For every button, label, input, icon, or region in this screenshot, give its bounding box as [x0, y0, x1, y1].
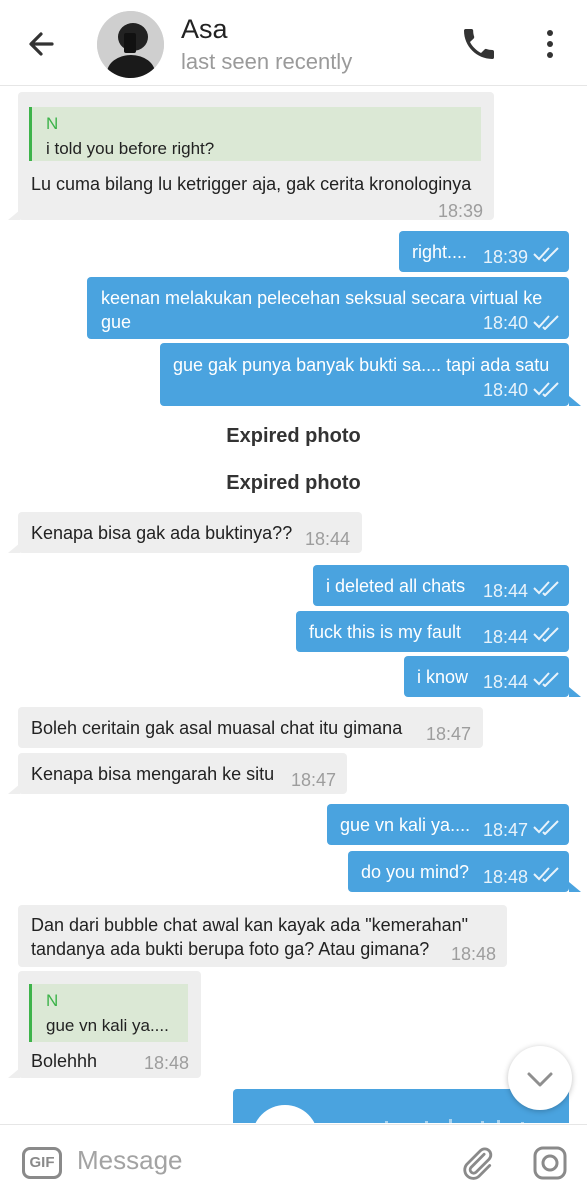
message-text-line1: Dan dari bubble chat awal kan kayak ada … [31, 915, 469, 935]
contact-status: last seen recently [181, 49, 353, 74]
chat-header: Asa last seen recently [0, 0, 587, 86]
message-time: 18:44 [483, 627, 529, 647]
gif-button[interactable]: GIF [22, 1147, 62, 1179]
message-composer: GIF Message [0, 1124, 587, 1200]
avatar[interactable] [97, 11, 164, 78]
double-check-icon [533, 820, 559, 835]
back-arrow-icon[interactable] [22, 24, 62, 64]
expired-photo-label: Expired photo [226, 472, 361, 494]
chevron-down-icon [527, 1072, 553, 1087]
paperclip-icon[interactable] [458, 1144, 496, 1182]
expired-photo-label: Expired photo [226, 425, 361, 447]
reply-quote[interactable]: N gue vn kali ya.... [29, 984, 188, 1042]
message-text: Lu cuma bilang lu ketrigger aja, gak cer… [31, 174, 472, 194]
message-time: 18:40 [483, 313, 529, 333]
message-time: 18:47 [291, 770, 337, 790]
incoming-message[interactable]: Kenapa bisa mengarah ke situ 18:47 [18, 753, 347, 794]
double-check-icon [533, 672, 559, 687]
message-time: 18:44 [305, 529, 351, 549]
bubble-tail [8, 210, 20, 220]
message-text: i know [417, 667, 469, 687]
play-button[interactable] [252, 1105, 318, 1123]
double-check-icon [533, 627, 559, 642]
reply-quote[interactable]: N i told you before right? [29, 107, 481, 161]
message-text: Kenapa bisa mengarah ke situ [31, 764, 275, 784]
message-time: 18:48 [483, 867, 529, 887]
message-text: gue vn kali ya.... [340, 815, 471, 835]
incoming-message[interactable]: N i told you before right? Lu cuma bilan… [18, 92, 494, 221]
outgoing-message[interactable]: fuck this is my fault 18:44 [296, 611, 569, 652]
double-check-icon [533, 867, 559, 882]
double-check-icon [533, 581, 559, 596]
double-check-icon [533, 315, 559, 330]
message-text: Kenapa bisa gak ada buktinya?? [31, 523, 293, 543]
double-check-icon [533, 247, 559, 262]
incoming-message[interactable]: Boleh ceritain gak asal muasal chat itu … [18, 707, 483, 748]
outgoing-message[interactable]: do you mind? 18:48 [348, 851, 569, 892]
message-input[interactable]: Message [77, 1145, 183, 1176]
message-time: 18:44 [483, 581, 529, 601]
outgoing-message[interactable]: gue gak punya banyak bukti sa.... tapi a… [160, 343, 569, 406]
contact-name[interactable]: Asa [181, 14, 228, 45]
message-text-line2: tandanya ada bukti berupa foto ga? Atau … [31, 939, 430, 959]
outgoing-message[interactable]: keenan melakukan pelecehan seksual secar… [87, 277, 569, 339]
message-text: Bolehhh [31, 1051, 98, 1071]
incoming-message[interactable]: Dan dari bubble chat awal kan kayak ada … [18, 905, 507, 967]
outgoing-message[interactable]: i deleted all chats 18:44 [313, 565, 569, 606]
message-text: Boleh ceritain gak asal muasal chat itu … [31, 718, 403, 738]
waveform [385, 1119, 524, 1123]
bubble-tail [8, 543, 20, 553]
message-time: 18:47 [483, 820, 529, 840]
outgoing-message[interactable]: i know 18:44 [404, 656, 569, 697]
message-text: right.... [412, 242, 468, 262]
message-text: gue gak punya banyak bukti sa.... tapi a… [173, 355, 550, 375]
message-time: 18:48 [451, 944, 497, 964]
bubble-tail [569, 687, 581, 697]
scroll-down-button[interactable] [508, 1046, 572, 1110]
incoming-message[interactable]: N gue vn kali ya.... Bolehhh 18:48 [18, 971, 201, 1078]
phone-icon[interactable] [459, 24, 499, 64]
bubble-tail [8, 1068, 20, 1078]
more-vert-icon[interactable] [540, 26, 560, 62]
message-text-line1: keenan melakukan pelecehan seksual secar… [101, 288, 543, 308]
quote-text: i told you before right? [46, 139, 215, 158]
incoming-message[interactable]: Kenapa bisa gak ada buktinya?? 18:44 [18, 512, 362, 553]
message-time: 18:48 [144, 1053, 190, 1073]
message-time: 18:40 [483, 380, 529, 400]
message-time: 18:39 [437, 201, 483, 221]
bubble-tail [8, 784, 20, 794]
double-check-icon [533, 382, 559, 397]
quote-sender: N [46, 991, 59, 1010]
message-text: i deleted all chats [326, 576, 466, 596]
message-time: 18:44 [483, 672, 529, 692]
message-list[interactable]: N i told you before right? Lu cuma bilan… [0, 87, 587, 1123]
quote-text: gue vn kali ya.... [46, 1016, 169, 1035]
message-text: fuck this is my fault [309, 622, 462, 642]
camera-icon[interactable] [532, 1145, 568, 1181]
outgoing-message[interactable]: right.... 18:39 [399, 231, 569, 272]
quote-sender: N [46, 114, 59, 133]
outgoing-message[interactable]: gue vn kali ya.... 18:47 [327, 804, 569, 845]
message-time: 18:47 [426, 724, 472, 744]
message-time: 18:39 [483, 247, 529, 267]
bubble-tail [569, 396, 581, 406]
message-text: do you mind? [361, 862, 470, 882]
message-text-line2: gue [101, 312, 132, 332]
bubble-tail [569, 882, 581, 892]
